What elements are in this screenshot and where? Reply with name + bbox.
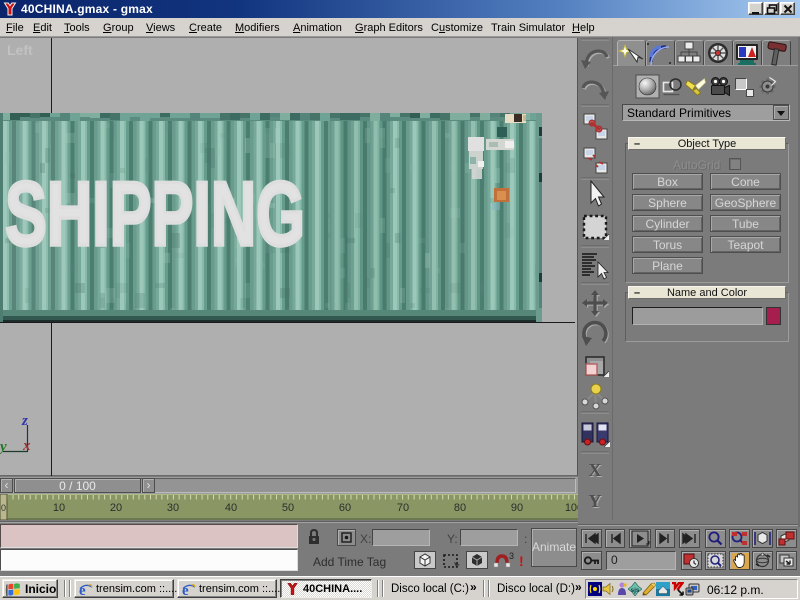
svg-text:60: 60 (339, 502, 351, 514)
svg-text:40: 40 (225, 502, 237, 514)
svg-text:SHIPPING: SHIPPING (5, 164, 305, 265)
svg-text:70: 70 (397, 502, 409, 514)
svg-text:X: X (589, 460, 602, 480)
svg-text:sjs: sjs (630, 587, 639, 594)
svg-text:20: 20 (110, 502, 122, 514)
svg-text:x: x (22, 438, 31, 454)
svg-text:Y: Y (589, 491, 602, 511)
svg-text:z: z (21, 413, 28, 429)
svg-text:90: 90 (511, 502, 523, 514)
svg-text:3: 3 (509, 551, 514, 561)
svg-text:50: 50 (282, 502, 294, 514)
svg-text:100: 100 (565, 502, 578, 514)
svg-text:10: 10 (53, 502, 65, 514)
svg-text:y: y (0, 439, 7, 455)
svg-text:80: 80 (454, 502, 466, 514)
svg-text:30: 30 (167, 502, 179, 514)
svg-text:0: 0 (1, 503, 6, 513)
